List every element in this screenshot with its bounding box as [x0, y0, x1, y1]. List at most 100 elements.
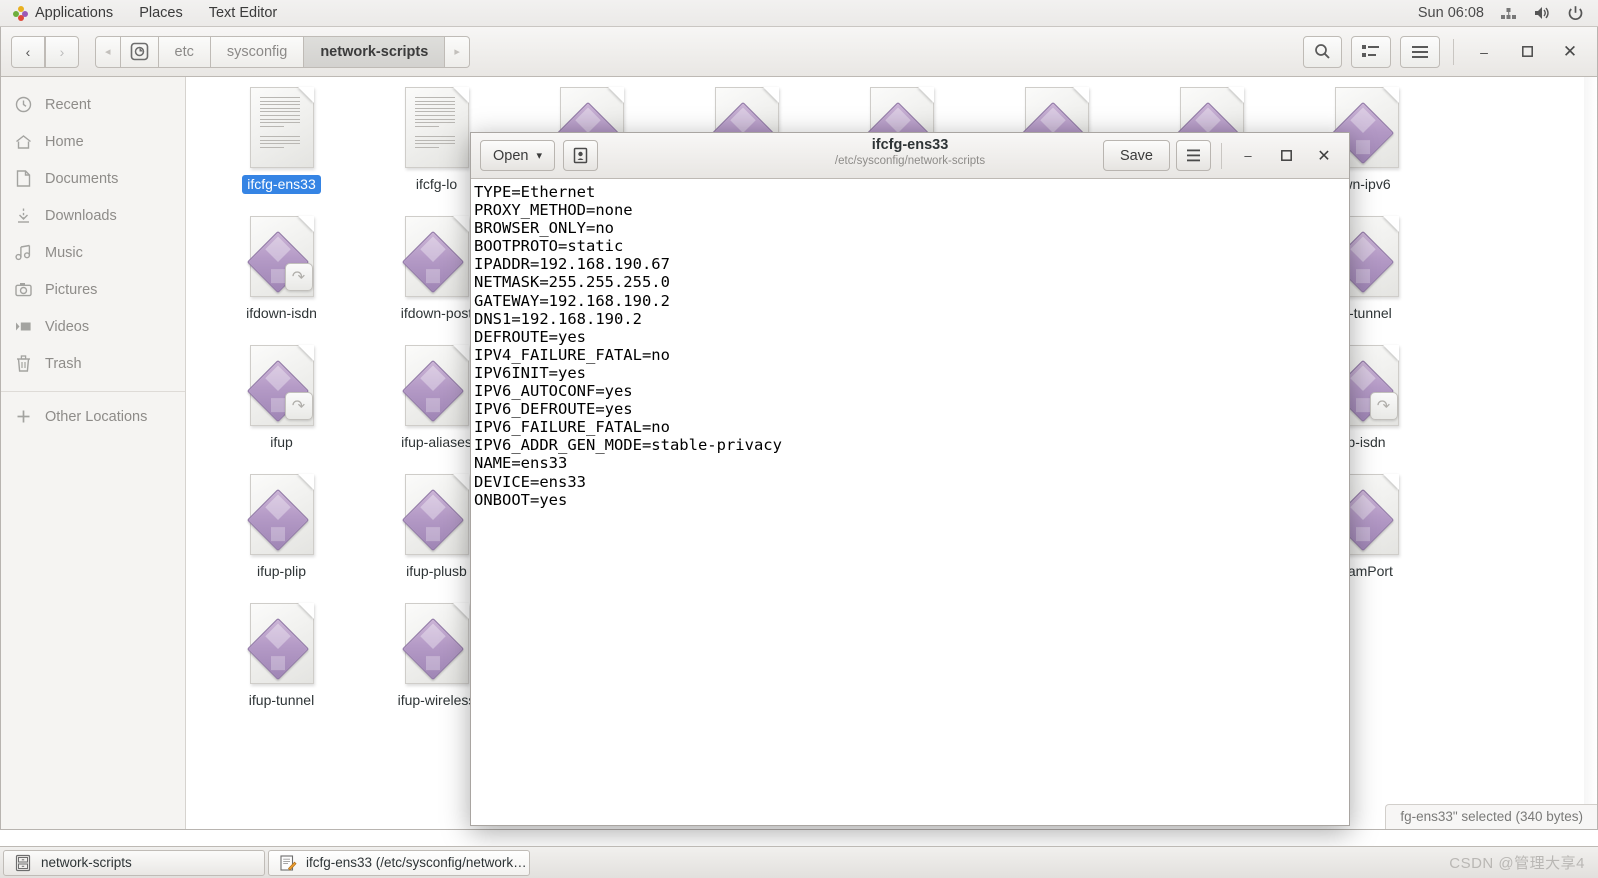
save-button[interactable]: Save — [1102, 140, 1170, 171]
symlink-badge-icon: ↷ — [284, 392, 313, 420]
file-item[interactable]: ifcfg-ens33 — [204, 87, 359, 216]
sidebar-divider — [1, 391, 185, 392]
new-document-button[interactable] — [563, 140, 599, 171]
file-item[interactable]: ifup-tunnel — [204, 603, 359, 732]
taskbar-item-text-editor[interactable]: ifcfg-ens33 (/etc/sysconfig/network… — [268, 849, 530, 876]
minimize-button[interactable]: – — [1467, 37, 1501, 67]
toolbar-divider — [1453, 38, 1454, 65]
open-button[interactable]: Open ▾ — [480, 140, 556, 171]
places-menu-label: Places — [139, 5, 183, 21]
text-editor-header: Open ▾ ifcfg-ens33 /etc/sysconfig/networ… — [471, 133, 1349, 179]
file-label: ifup-wireless — [397, 692, 476, 708]
navigation-buttons: ‹ › — [11, 35, 79, 68]
clock[interactable]: Sun 06:08 — [1418, 5, 1484, 21]
editor-menu-button[interactable] — [1176, 140, 1211, 171]
breadcrumb-item-sysconfig[interactable]: sysconfig — [210, 35, 305, 68]
search-icon — [1315, 44, 1330, 59]
hamburger-menu-icon — [1187, 149, 1200, 162]
status-bar: fg-ens33" selected (340 bytes) — [1385, 804, 1597, 829]
sidebar-item-pictures[interactable]: Pictures — [1, 271, 185, 308]
active-app-menu[interactable]: Text Editor — [196, 0, 291, 26]
breadcrumb-item-etc[interactable]: etc — [158, 35, 211, 68]
file-item[interactable]: ↷ ifup — [204, 345, 359, 474]
breadcrumb-root-icon[interactable] — [120, 35, 159, 68]
trash-icon — [15, 355, 32, 372]
search-button[interactable] — [1303, 35, 1342, 68]
sidebar-label: Trash — [45, 355, 82, 372]
file-label: ifup — [270, 434, 293, 450]
file-label: ifup-tunnel — [248, 692, 315, 708]
watermark: CSDN @管理大享4 — [1449, 855, 1585, 872]
maximize-icon — [1521, 46, 1533, 57]
save-button-label: Save — [1119, 147, 1153, 164]
sidebar-label: Pictures — [45, 281, 98, 298]
sidebar-label: Documents — [45, 170, 119, 187]
hamburger-menu-icon — [1412, 45, 1428, 58]
editor-maximize-button[interactable] — [1270, 141, 1302, 171]
sidebar-item-home[interactable]: Home — [1, 123, 185, 160]
plus-icon — [15, 408, 32, 425]
sidebar-item-other-locations[interactable]: Other Locations — [1, 398, 185, 435]
sidebar-label: Videos — [45, 318, 90, 335]
music-note-icon — [15, 244, 32, 261]
taskbar-item-label: ifcfg-ens33 (/etc/sysconfig/network… — [306, 855, 527, 870]
script-file-icon — [401, 474, 472, 558]
file-area-scrollbar[interactable] — [1584, 77, 1597, 829]
breadcrumb-prev-arrow[interactable]: ◂ — [95, 35, 121, 68]
file-label: ifdown-post — [400, 305, 473, 321]
text-file-icon — [247, 87, 317, 171]
file-label: ifdown-isdn — [246, 305, 317, 321]
gnome-top-bar: Applications Places Text Editor Sun 06:0… — [0, 0, 1598, 27]
open-button-label: Open — [493, 147, 529, 164]
file-label: ifcfg-ens33 — [242, 175, 321, 194]
applications-menu-label: Applications — [35, 5, 114, 21]
symlink-badge-icon: ↷ — [1369, 392, 1398, 420]
maximize-button[interactable] — [1510, 37, 1544, 67]
places-menu[interactable]: Places — [126, 0, 196, 26]
document-path: /etc/sysconfig/network-scripts — [834, 155, 986, 167]
camera-icon — [15, 281, 32, 298]
file-item[interactable]: ↷ ifdown-isdn — [204, 216, 359, 345]
applications-menu[interactable]: Applications — [0, 0, 126, 26]
breadcrumb-next-arrow[interactable]: ▸ — [445, 35, 470, 68]
new-document-icon — [573, 147, 588, 164]
sidebar-item-videos[interactable]: Videos — [1, 308, 185, 345]
script-file-icon — [401, 603, 472, 687]
taskbar-item-file-manager[interactable]: network-scripts — [3, 849, 265, 876]
back-button[interactable]: ‹ — [11, 35, 45, 68]
script-file-icon — [401, 345, 472, 429]
sidebar-item-trash[interactable]: Trash — [1, 345, 185, 382]
sidebar-item-downloads[interactable]: Downloads — [1, 197, 185, 234]
file-label: ifup-plusb — [406, 563, 467, 579]
gnome-logo-icon — [13, 5, 28, 21]
forward-button[interactable]: › — [45, 35, 79, 68]
editor-minimize-button[interactable]: – — [1232, 141, 1264, 171]
editor-close-button[interactable]: ✕ — [1308, 141, 1340, 171]
sidebar-item-documents[interactable]: Documents — [1, 160, 185, 197]
maximize-icon — [1280, 150, 1292, 161]
text-editor-window: Open ▾ ifcfg-ens33 /etc/sysconfig/networ… — [470, 132, 1350, 826]
file-item[interactable]: ifup-plip — [204, 474, 359, 603]
sidebar-item-music[interactable]: Music — [1, 234, 185, 271]
view-toggle-button[interactable] — [1351, 35, 1391, 68]
script-file-icon: ↷ — [246, 345, 317, 429]
main-menu-button[interactable] — [1400, 35, 1440, 68]
network-icon[interactable] — [1500, 6, 1517, 21]
sidebar-label: Home — [45, 133, 84, 150]
text-editor-icon — [279, 854, 297, 872]
taskbar-item-label: network-scripts — [41, 855, 132, 870]
file-label: ifup-plip — [256, 563, 307, 579]
video-icon — [15, 318, 32, 335]
sidebar-item-recent[interactable]: Recent — [1, 86, 185, 123]
power-icon[interactable] — [1567, 5, 1584, 22]
download-icon — [15, 207, 32, 224]
breadcrumb-item-network-scripts[interactable]: network-scripts — [304, 35, 446, 68]
volume-icon[interactable] — [1533, 5, 1551, 21]
taskbar: network-scripts ifcfg-ens33 (/etc/syscon… — [0, 846, 1598, 878]
view-list-icon — [1362, 45, 1379, 57]
editor-text-area[interactable]: TYPE=Ethernet PROXY_METHOD=none BROWSER_… — [471, 179, 1349, 825]
clock-icon — [15, 96, 32, 113]
sidebar-label: Recent — [45, 96, 91, 113]
close-button[interactable]: ✕ — [1553, 37, 1587, 67]
sidebar-label: Downloads — [45, 207, 117, 224]
